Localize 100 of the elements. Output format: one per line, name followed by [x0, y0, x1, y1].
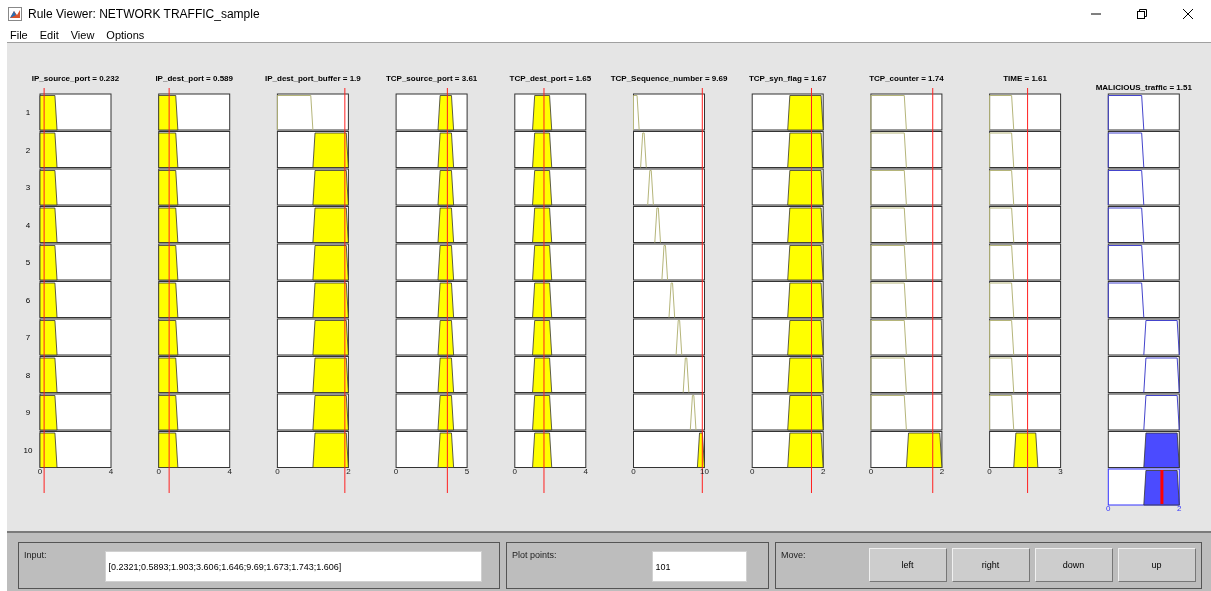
input-value-line[interactable]	[932, 87, 934, 494]
membership-plot[interactable]	[514, 131, 587, 168]
move-button[interactable]: up	[1117, 548, 1196, 582]
input-field[interactable]: [0.2321;0.5893;1.903;3.606;1.646;9.69;1.673;1.743;1.606]	[104, 551, 482, 582]
membership-plot[interactable]	[39, 393, 112, 431]
membership-plot[interactable]	[39, 131, 112, 168]
membership-plot[interactable]	[751, 356, 824, 393]
input-value-line[interactable]	[811, 87, 812, 494]
membership-plot[interactable]	[633, 393, 705, 431]
membership-plot[interactable]	[514, 431, 587, 468]
membership-plot[interactable]	[751, 206, 824, 243]
membership-plot[interactable]	[158, 93, 231, 131]
membership-plot[interactable]	[870, 131, 943, 168]
membership-plot[interactable]	[395, 356, 468, 393]
input-value-line[interactable]	[446, 87, 448, 494]
membership-plot[interactable]	[158, 281, 231, 318]
membership-plot[interactable]	[1107, 168, 1180, 206]
membership-plot[interactable]	[276, 356, 349, 393]
membership-plot[interactable]	[158, 131, 231, 168]
input-value-line[interactable]	[344, 87, 346, 494]
membership-plot[interactable]	[395, 431, 468, 468]
membership-plot[interactable]	[1107, 93, 1180, 131]
membership-plot[interactable]	[276, 131, 349, 168]
membership-plot[interactable]	[395, 281, 468, 318]
membership-plot[interactable]	[514, 93, 587, 131]
move-button[interactable]: right	[951, 548, 1030, 582]
membership-plot[interactable]	[870, 281, 943, 318]
membership-plot[interactable]	[39, 318, 112, 356]
membership-plot[interactable]	[633, 356, 705, 393]
menu-item[interactable]: Options	[100, 28, 151, 42]
membership-plot[interactable]	[1107, 393, 1180, 431]
membership-plot[interactable]	[1107, 281, 1180, 318]
membership-plot[interactable]	[158, 356, 231, 393]
move-button[interactable]: down	[1034, 548, 1113, 582]
membership-plot[interactable]	[395, 206, 468, 243]
membership-plot[interactable]	[39, 206, 112, 243]
membership-plot[interactable]	[276, 281, 349, 318]
membership-plot[interactable]	[989, 206, 1062, 243]
membership-plot[interactable]	[39, 356, 112, 393]
membership-plot[interactable]	[989, 431, 1062, 468]
menu-item[interactable]: Edit	[33, 28, 65, 42]
membership-plot[interactable]	[276, 393, 349, 431]
membership-plot[interactable]	[514, 243, 587, 281]
menu-item[interactable]: File	[4, 28, 34, 42]
membership-plot[interactable]	[276, 168, 349, 206]
membership-plot[interactable]	[751, 431, 824, 468]
membership-plot[interactable]	[514, 393, 587, 431]
membership-plot[interactable]	[39, 93, 112, 131]
membership-plot[interactable]	[633, 206, 705, 243]
membership-plot[interactable]	[751, 393, 824, 431]
membership-plot[interactable]	[751, 168, 824, 206]
membership-plot[interactable]	[514, 206, 587, 243]
membership-plot[interactable]	[158, 168, 231, 206]
membership-plot[interactable]	[870, 356, 943, 393]
membership-plot[interactable]	[514, 168, 587, 206]
membership-plot[interactable]	[158, 206, 231, 243]
input-value-line[interactable]	[701, 87, 703, 494]
membership-plot[interactable]	[989, 281, 1062, 318]
move-button[interactable]: left	[868, 548, 947, 582]
membership-plot[interactable]	[39, 281, 112, 318]
membership-plot[interactable]	[158, 431, 231, 468]
membership-plot[interactable]	[39, 168, 112, 206]
membership-plot[interactable]	[1107, 356, 1180, 393]
membership-plot[interactable]	[158, 318, 231, 356]
membership-plot[interactable]	[276, 206, 349, 243]
membership-plot[interactable]	[158, 393, 231, 431]
membership-plot[interactable]	[1107, 318, 1180, 356]
membership-plot[interactable]	[989, 356, 1062, 393]
membership-plot[interactable]	[39, 243, 112, 281]
membership-plot[interactable]	[276, 243, 349, 281]
plot-points-field[interactable]: 101	[651, 551, 747, 582]
membership-plot[interactable]	[276, 431, 349, 468]
membership-plot[interactable]	[1107, 206, 1180, 243]
membership-plot[interactable]	[751, 243, 824, 281]
membership-plot[interactable]	[39, 431, 112, 468]
membership-plot[interactable]	[633, 281, 705, 318]
membership-plot[interactable]	[514, 318, 587, 356]
membership-plot[interactable]	[870, 206, 943, 243]
membership-plot[interactable]	[633, 431, 705, 468]
membership-plot[interactable]	[870, 431, 943, 468]
membership-plot[interactable]	[514, 281, 587, 318]
input-value-line[interactable]	[168, 87, 170, 494]
membership-plot[interactable]	[1107, 131, 1180, 168]
membership-plot[interactable]	[395, 131, 468, 168]
menu-item[interactable]: View	[64, 28, 101, 42]
membership-plot[interactable]	[276, 318, 349, 356]
input-value-line[interactable]	[43, 87, 45, 494]
input-value-line[interactable]	[543, 87, 545, 494]
membership-plot[interactable]	[514, 356, 587, 393]
membership-plot[interactable]	[751, 93, 824, 131]
membership-plot[interactable]	[633, 243, 705, 281]
membership-plot[interactable]	[751, 318, 824, 356]
membership-plot[interactable]	[633, 168, 705, 206]
membership-plot[interactable]	[989, 131, 1062, 168]
membership-plot[interactable]	[633, 131, 705, 168]
membership-plot[interactable]	[1107, 431, 1180, 468]
input-value-line[interactable]	[1027, 87, 1029, 494]
membership-plot[interactable]	[633, 318, 705, 356]
membership-plot[interactable]	[158, 243, 231, 281]
membership-plot[interactable]	[751, 281, 824, 318]
